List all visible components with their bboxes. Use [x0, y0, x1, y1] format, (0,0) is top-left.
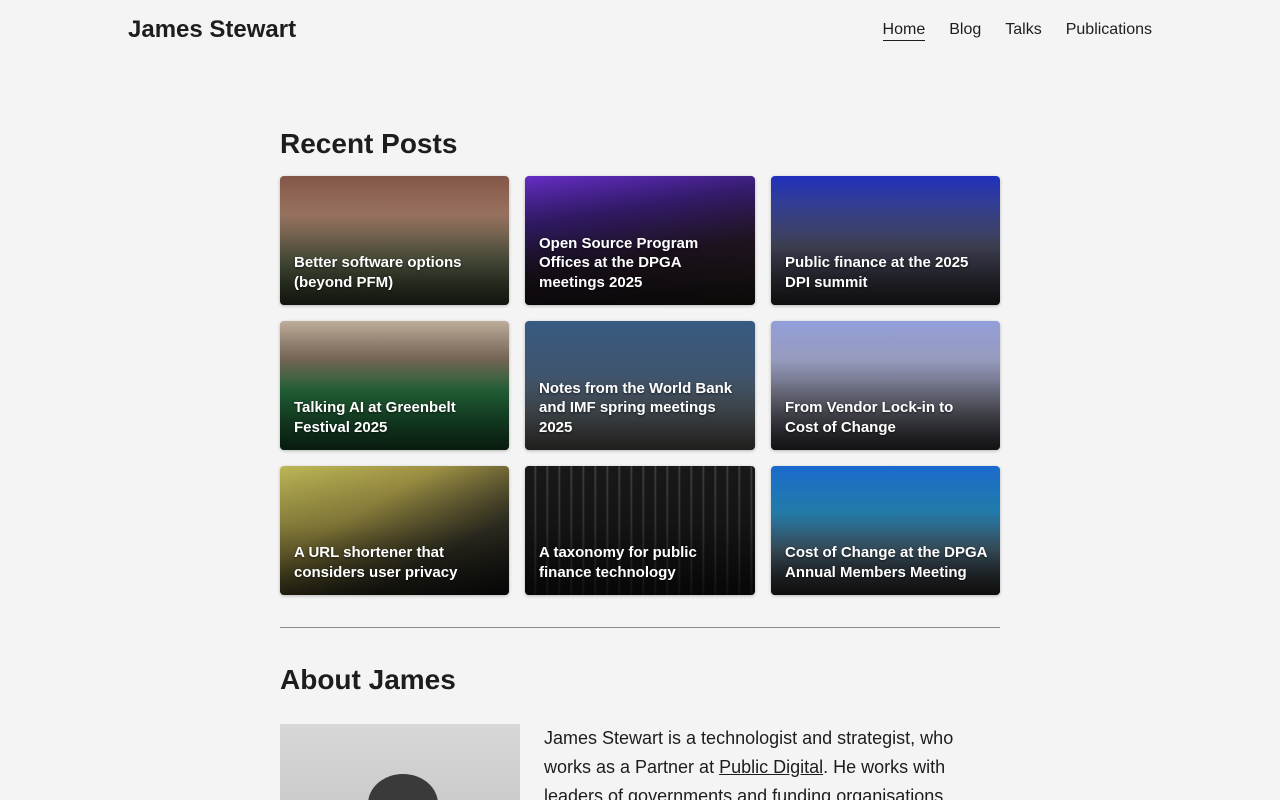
post-card-title: A taxonomy for public finance technology: [539, 544, 697, 581]
section-divider: [280, 627, 1000, 628]
site-header: James Stewart Home Blog Talks Publicatio…: [0, 0, 1280, 60]
post-card-title: Public finance at the 2025 DPI summit: [785, 254, 969, 291]
post-card-title: From Vendor Lock-in to Cost of Change: [785, 399, 954, 436]
post-card-title: Better software options (beyond PFM): [294, 254, 462, 291]
post-card[interactable]: Cost of Change at the DPGA Annual Member…: [771, 466, 1000, 595]
post-card-title: Open Source Program Offices at the DPGA …: [539, 234, 699, 291]
nav-home[interactable]: Home: [882, 20, 926, 41]
recent-posts-grid: Better software options (beyond PFM) Ope…: [280, 176, 1000, 595]
nav-talks[interactable]: Talks: [1005, 20, 1041, 41]
author-photo: [280, 724, 520, 800]
post-card[interactable]: Better software options (beyond PFM): [280, 176, 509, 305]
post-card[interactable]: From Vendor Lock-in to Cost of Change: [771, 321, 1000, 450]
post-card[interactable]: Public finance at the 2025 DPI summit: [771, 176, 1000, 305]
post-card-title: Talking AI at Greenbelt Festival 2025: [294, 399, 456, 436]
post-card-title: A URL shortener that considers user priv…: [294, 544, 458, 581]
post-card[interactable]: Open Source Program Offices at the DPGA …: [525, 176, 755, 305]
post-card-title: Cost of Change at the DPGA Annual Member…: [785, 544, 987, 581]
post-card-title: Notes from the World Bank and IMF spring…: [539, 379, 733, 436]
author-photo-head: [368, 774, 438, 800]
main-nav: Home Blog Talks Publications: [882, 20, 1152, 41]
public-digital-link[interactable]: Public Digital: [719, 757, 823, 777]
nav-blog[interactable]: Blog: [949, 20, 981, 41]
site-title-link[interactable]: James Stewart: [128, 16, 296, 44]
recent-posts-heading: Recent Posts: [280, 128, 458, 159]
post-card[interactable]: A taxonomy for public finance technology: [525, 466, 755, 595]
post-card[interactable]: Notes from the World Bank and IMF spring…: [525, 321, 755, 450]
post-card[interactable]: A URL shortener that considers user priv…: [280, 466, 509, 595]
about-heading: About James: [280, 664, 456, 695]
nav-publications[interactable]: Publications: [1066, 20, 1152, 41]
post-card[interactable]: Talking AI at Greenbelt Festival 2025: [280, 321, 509, 450]
about-text: James Stewart is a technologist and stra…: [544, 724, 1000, 800]
